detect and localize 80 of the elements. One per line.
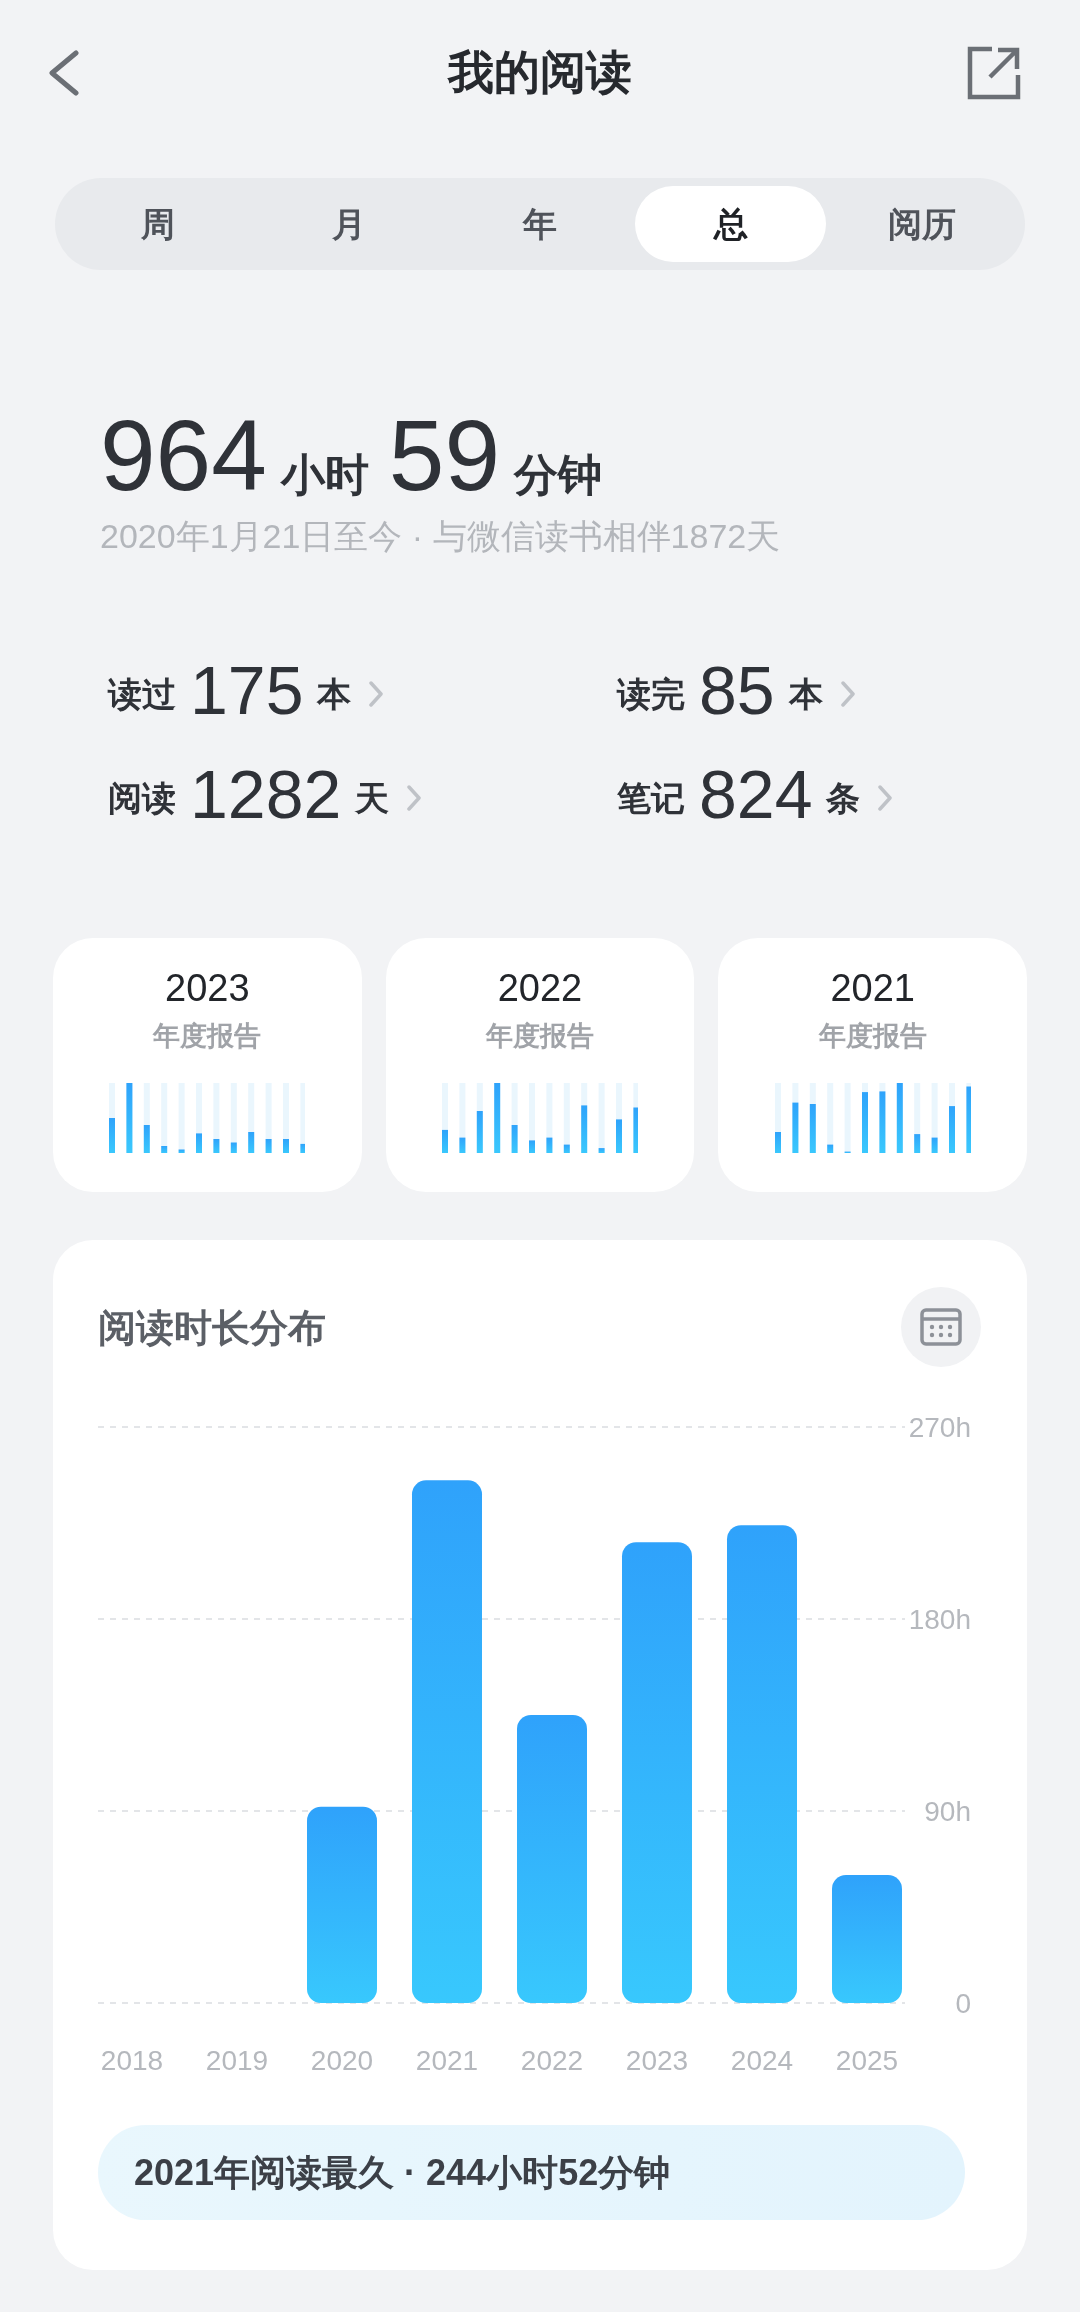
tab[interactable]: 月: [253, 186, 445, 262]
report-label: 年度报告: [818, 1020, 927, 1053]
hours-unit: 小时: [280, 449, 369, 501]
mini-bar: [563, 1082, 570, 1153]
chevron-right-icon: [878, 785, 893, 811]
mini-bar: [178, 1082, 185, 1153]
chevron-right-icon: [840, 681, 855, 707]
mini-bar: [494, 1082, 501, 1153]
mini-bar: [213, 1082, 220, 1153]
mini-bar: [161, 1082, 168, 1153]
annual-report-card[interactable]: 2022 年度报告: [385, 938, 695, 1192]
tab[interactable]: 年: [444, 186, 636, 262]
mini-bar: [826, 1082, 833, 1153]
mini-bar: [598, 1082, 605, 1153]
share-icon[interactable]: [966, 45, 1022, 101]
mini-bar: [948, 1082, 955, 1153]
x-axis-label: 2020: [310, 2045, 374, 2076]
x-axis-label: 2018: [100, 2045, 164, 2076]
mini-bar: [459, 1082, 466, 1153]
report-year: 2023: [165, 966, 250, 1011]
report-label: 年度报告: [153, 1020, 262, 1053]
stat-link[interactable]: 阅读 1282 天: [108, 756, 617, 832]
mini-bar: [109, 1082, 116, 1153]
x-axis-label: 2024: [730, 2045, 794, 2076]
mini-bar: [913, 1082, 920, 1153]
mini-bar: [861, 1082, 868, 1153]
report-year: 2022: [497, 966, 583, 1011]
mini-bar: [879, 1082, 886, 1153]
tab[interactable]: 周: [63, 186, 254, 262]
mini-bar: [476, 1082, 483, 1153]
y-axis-label: 180h: [908, 1604, 971, 1635]
mini-bar: [248, 1082, 255, 1153]
chevron-right-icon: [407, 785, 422, 811]
x-axis-label: 2022: [520, 2045, 584, 2076]
y-axis-label: 90h: [924, 1796, 971, 1827]
mini-bar: [792, 1082, 799, 1153]
mini-bar: [546, 1082, 553, 1153]
calendar-icon: [919, 1307, 963, 1347]
mini-bar: [300, 1082, 306, 1153]
mini-bar: [774, 1082, 781, 1153]
x-axis-label: 2025: [835, 2045, 899, 2076]
mini-bar: [896, 1082, 903, 1153]
mini-bar: [196, 1082, 203, 1153]
stat-link[interactable]: 笔记 824 条: [617, 756, 1080, 832]
mini-bar: [511, 1082, 518, 1153]
x-axis-label: 2021: [415, 2045, 479, 2076]
mini-bar: [616, 1082, 622, 1153]
mini-bar: [966, 1082, 971, 1153]
y-axis-label: 270h: [908, 1412, 971, 1443]
mini-bar: [144, 1082, 151, 1153]
x-axis-label: 2019: [205, 2045, 269, 2076]
annual-report-card[interactable]: 2023 年度报告: [53, 938, 362, 1192]
mini-bar: [931, 1082, 938, 1153]
mini-bar: [844, 1082, 851, 1153]
minutes-unit: 分钟: [514, 449, 603, 501]
tab[interactable]: 阅历: [826, 186, 1017, 262]
summary-banner: 2021年阅读最久 · 244小时52分钟: [98, 2125, 965, 2220]
mini-bar: [265, 1082, 272, 1153]
report-year: 2021: [830, 966, 915, 1011]
mini-bar: [633, 1082, 638, 1153]
report-label: 年度报告: [486, 1020, 594, 1053]
mini-bar: [581, 1082, 588, 1153]
mini-bar: [283, 1082, 290, 1153]
chevron-right-icon: [369, 681, 384, 707]
tab[interactable]: 总: [635, 186, 827, 262]
mini-bar: [442, 1082, 448, 1153]
annual-report-card[interactable]: 2021 年度报告: [718, 938, 1027, 1192]
mini-bar: [529, 1082, 535, 1153]
mini-bar: [126, 1082, 133, 1153]
since-text: 2020年1月21日至今 · 与微信读书相伴1872天: [100, 516, 782, 557]
x-axis-label: 2023: [625, 2045, 689, 2076]
hours-value: 964: [100, 405, 267, 505]
mini-bar: [809, 1082, 816, 1153]
y-axis-label: 0: [955, 1988, 971, 2019]
mini-bar: [231, 1082, 238, 1153]
page-title: 我的阅读: [448, 44, 632, 100]
stat-link[interactable]: 读完 85 本: [617, 652, 1080, 728]
minutes-value: 59: [388, 405, 501, 505]
stat-link[interactable]: 读过 175 本: [108, 652, 617, 728]
chart-title: 阅读时长分布: [98, 1306, 326, 1351]
